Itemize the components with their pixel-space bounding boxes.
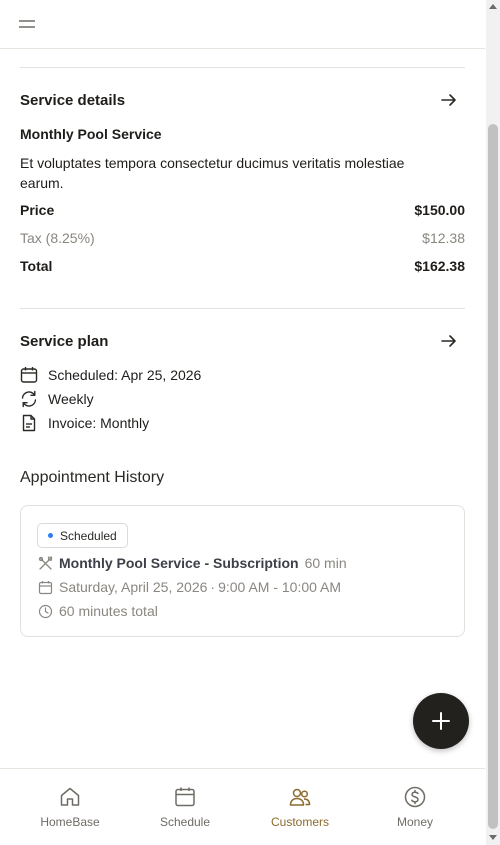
- scroll-up-arrow-icon[interactable]: [489, 4, 497, 9]
- tools-icon: [38, 556, 53, 570]
- content-scroll-area[interactable]: Service details Monthly Pool Service Et …: [0, 49, 485, 767]
- service-plan-arrow-icon[interactable]: [440, 332, 458, 350]
- clock-icon: [38, 604, 53, 618]
- nav-item-label: Money: [396, 815, 434, 829]
- service-details-arrow-icon[interactable]: [440, 91, 458, 109]
- nav-item-homebase[interactable]: HomeBase: [15, 785, 125, 829]
- nav-item-label: Schedule: [159, 815, 211, 829]
- appointment-date: Saturday, April 25, 2026: [59, 579, 208, 595]
- document-icon: [22, 414, 36, 432]
- plus-icon: [432, 712, 450, 730]
- repeat-icon: [21, 390, 37, 408]
- nav-item-schedule[interactable]: Schedule: [130, 785, 240, 829]
- appointment-duration: 60 min: [304, 555, 347, 571]
- add-button[interactable]: [413, 693, 469, 749]
- calendar-icon: [20, 367, 38, 383]
- calendar-icon: [38, 580, 53, 594]
- appointment-date-row: Saturday, April 25, 2026 · 9:00 AM - 10:…: [38, 579, 341, 595]
- users-icon: [289, 788, 311, 806]
- vertical-scrollbar[interactable]: [486, 0, 500, 845]
- nav-item-label: Customers: [270, 815, 329, 829]
- nav-item-customers[interactable]: Customers: [245, 785, 355, 829]
- nav-item-label: HomeBase: [40, 815, 100, 829]
- appointment-total: 60 minutes total: [59, 603, 158, 619]
- dollar-circle-icon: [404, 786, 426, 808]
- calendar-icon: [175, 787, 195, 807]
- appointment-card[interactable]: Scheduled Monthly Pool Service - Subscri…: [20, 505, 465, 637]
- service-name: Monthly Pool Service: [20, 126, 162, 142]
- plan-frequency-row: Weekly: [20, 389, 94, 409]
- tax-label: Tax (8.25%): [20, 230, 95, 246]
- appointment-separator: ·: [210, 579, 216, 595]
- home-icon: [60, 787, 80, 806]
- appointment-service-name: Monthly Pool Service - Subscription: [59, 555, 299, 571]
- bottom-navigation: HomeBase Schedule Customers Money: [0, 768, 485, 845]
- appointment-total-row: 60 minutes total: [38, 603, 158, 619]
- plan-invoice-text: Invoice: Monthly: [48, 415, 150, 431]
- scroll-down-arrow-icon[interactable]: [489, 835, 497, 840]
- divider: [20, 67, 465, 68]
- tax-value: $12.38: [422, 230, 465, 246]
- hamburger-menu-icon[interactable]: [18, 17, 36, 31]
- plan-scheduled-row: Scheduled: Apr 25, 2026: [20, 365, 201, 385]
- service-details-title: Service details: [20, 92, 126, 109]
- total-value: $162.38: [414, 258, 465, 274]
- price-label: Price: [20, 202, 55, 218]
- divider: [20, 308, 465, 309]
- appointment-history-title: Appointment History: [20, 469, 165, 486]
- total-label: Total: [20, 258, 53, 274]
- status-dot: [48, 533, 53, 538]
- status-badge-label: Scheduled: [60, 528, 117, 543]
- scrollbar-thumb[interactable]: [488, 124, 498, 829]
- appointment-time: 9:00 AM - 10:00 AM: [218, 579, 342, 595]
- plan-invoice-row: Invoice: Monthly: [20, 413, 149, 433]
- price-value: $150.00: [414, 202, 465, 218]
- plan-scheduled-text: Scheduled: Apr 25, 2026: [48, 367, 202, 383]
- nav-item-money[interactable]: Money: [360, 785, 470, 829]
- plan-frequency-text: Weekly: [48, 391, 94, 407]
- top-bar: [0, 0, 485, 49]
- appointment-service-row: Monthly Pool Service - Subscription 60 m…: [38, 555, 347, 571]
- service-plan-title: Service plan: [20, 333, 109, 350]
- service-description: Et voluptates tempora consectetur ducimu…: [20, 155, 405, 191]
- status-badge: Scheduled: [37, 523, 128, 548]
